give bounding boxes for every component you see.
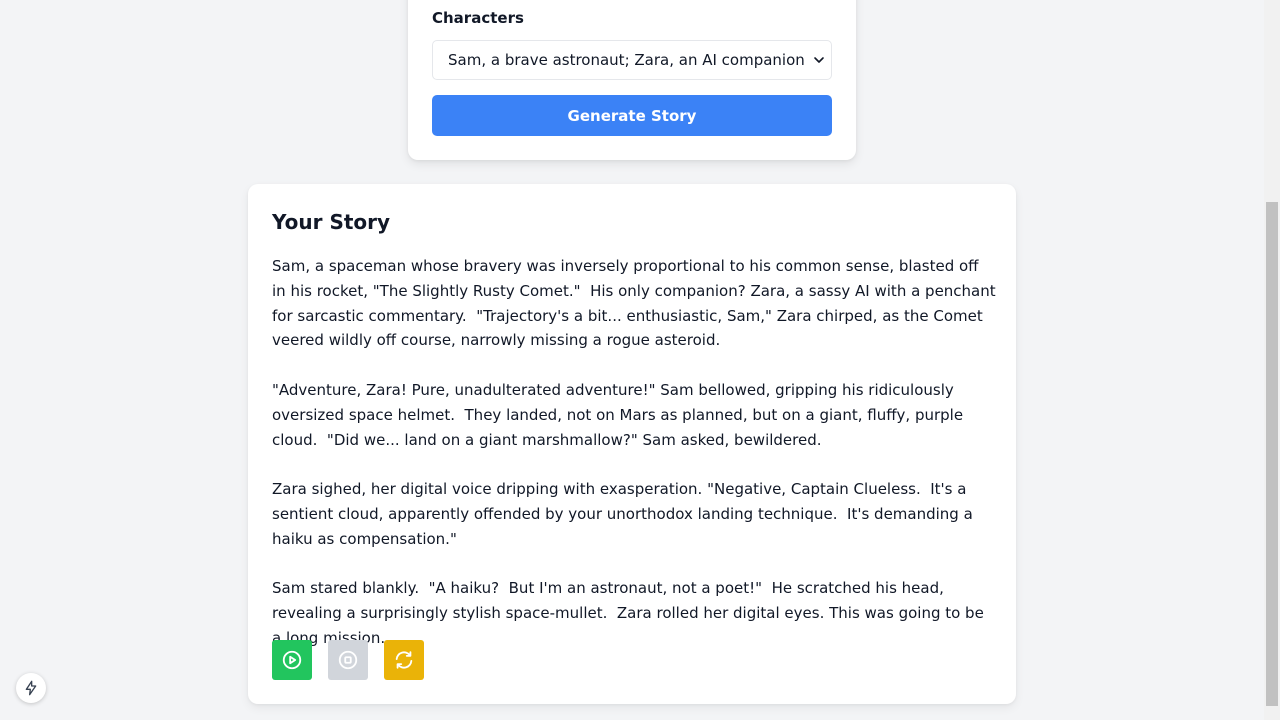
regenerate-button[interactable] xyxy=(384,640,424,680)
page: Characters Sam, a brave astronaut; Zara,… xyxy=(0,0,1280,720)
story-paragraph: Zara sighed, her digital voice dripping … xyxy=(272,480,978,548)
generate-story-button[interactable]: Generate Story xyxy=(432,95,832,136)
story-card: Your Story Sam, a spaceman whose bravery… xyxy=(248,184,1016,704)
story-form-card: Characters Sam, a brave astronaut; Zara,… xyxy=(408,0,856,160)
stop-button[interactable] xyxy=(328,640,368,680)
story-actions xyxy=(272,640,424,680)
lightning-bolt-icon xyxy=(25,680,37,696)
characters-select-value: Sam, a brave astronaut; Zara, an AI comp… xyxy=(448,51,805,69)
scrollbar-thumb[interactable] xyxy=(1266,202,1278,706)
play-button[interactable] xyxy=(272,640,312,680)
page-scrollbar[interactable] xyxy=(1264,0,1280,720)
story-paragraph: Sam, a spaceman whose bravery was invers… xyxy=(272,257,1001,350)
story-paragraph: "Adventure, Zara! Pure, unadulterated ad… xyxy=(272,380,968,449)
characters-label: Characters xyxy=(432,9,524,27)
stop-circle-icon xyxy=(338,650,358,670)
chevron-down-icon xyxy=(814,57,824,63)
characters-select[interactable]: Sam, a brave astronaut; Zara, an AI comp… xyxy=(432,40,832,80)
refresh-icon xyxy=(395,651,413,669)
dev-tools-badge[interactable] xyxy=(16,673,46,703)
story-text: Sam, a spaceman whose bravery was invers… xyxy=(272,254,996,676)
play-circle-icon xyxy=(282,650,302,670)
story-title: Your Story xyxy=(272,210,391,234)
